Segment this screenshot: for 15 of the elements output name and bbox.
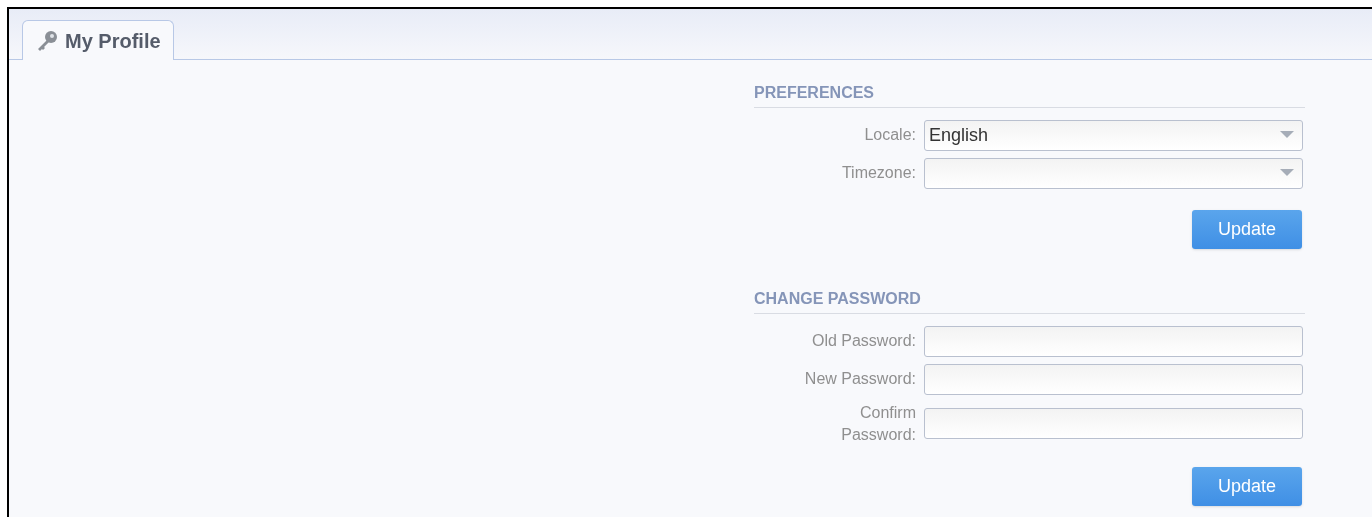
caret-icon	[1280, 169, 1294, 177]
dropdown-field[interactable]: English	[924, 119, 1303, 151]
password-field[interactable]	[924, 408, 1303, 439]
field-label: New Password:	[803, 369, 916, 389]
section-heading: PREFERENCES	[754, 81, 1305, 108]
password-field[interactable]	[924, 325, 1303, 357]
field-label: Old Password:	[810, 331, 916, 351]
caret-icon	[1280, 131, 1294, 139]
dropdown-field[interactable]	[924, 157, 1303, 189]
section-heading: CHANGE PASSWORD	[754, 287, 1305, 314]
field-label: Locale:	[863, 125, 916, 145]
tab[interactable]: My Profile	[22, 20, 174, 60]
field-label: Timezone:	[840, 163, 916, 183]
password-field[interactable]	[924, 363, 1303, 395]
field-label: Confirm Password:	[840, 402, 916, 445]
